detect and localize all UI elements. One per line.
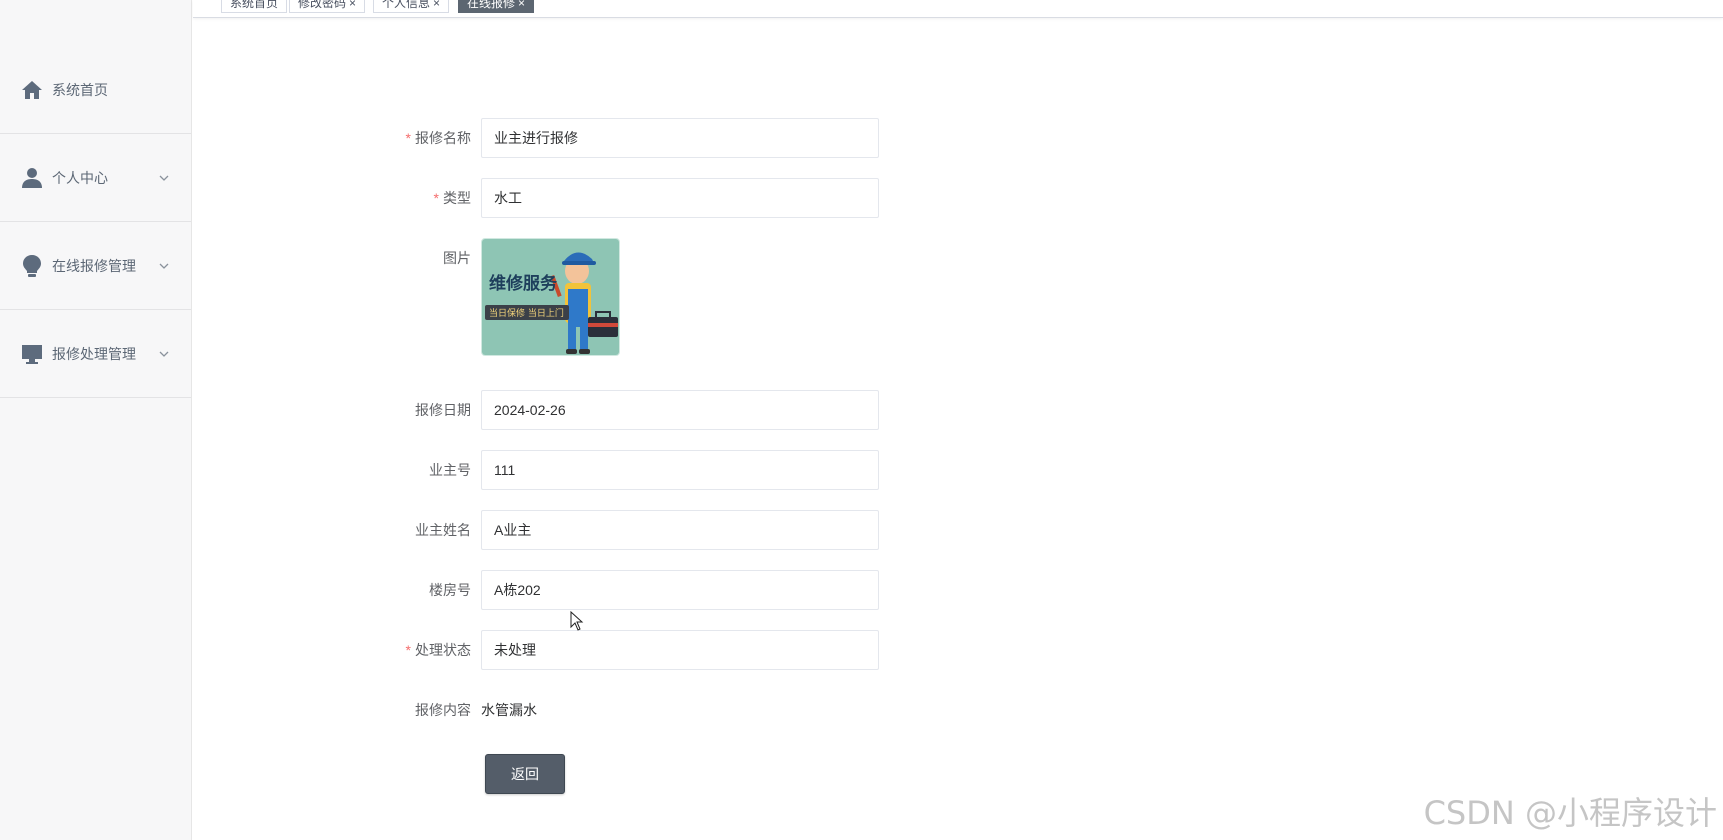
building-number-input[interactable]: A栋202 [481, 570, 879, 610]
image-title: 维修服务 [489, 273, 558, 294]
owner-number-label: 业主号 [429, 462, 471, 478]
tab-label: 系统首页 [230, 0, 279, 10]
monitor-icon [20, 342, 44, 366]
tab-label: 个人信息 [382, 0, 431, 10]
repair-content-label: 报修内容 [415, 702, 471, 718]
tab-label: 修改密码 [298, 0, 347, 10]
chevron-down-icon [159, 351, 169, 357]
label-text: 类型 [443, 190, 471, 206]
chevron-down-icon [159, 175, 169, 181]
repair-image[interactable]: 维修服务 当日保修 当日上门 [481, 238, 620, 356]
bulb-icon [20, 254, 44, 278]
tab-online-repair[interactable]: 在线报修 × [458, 0, 535, 13]
sidebar: 系统首页 个人中心 在线报修管理 报修处理管理 [0, 0, 192, 840]
owner-number-input[interactable]: 111 [481, 450, 879, 490]
picture-label: 图片 [443, 250, 471, 266]
label-text: 处理状态 [415, 642, 471, 658]
status-label: * 处理状态 [311, 630, 471, 670]
tab-change-password[interactable]: 修改密码 × [289, 0, 366, 13]
home-icon [20, 78, 44, 102]
watermark: CSDN @小程序设计 [1423, 794, 1717, 832]
type-input[interactable]: 水工 [481, 178, 879, 218]
user-icon [20, 166, 44, 190]
back-button[interactable]: 返回 [485, 754, 565, 794]
sidebar-item-home[interactable]: 系统首页 [0, 46, 191, 134]
sidebar-item-label: 报修处理管理 [52, 345, 136, 362]
tab-personal-info[interactable]: 个人信息 × [373, 0, 450, 13]
tab-home[interactable]: 系统首页 [221, 0, 288, 13]
close-icon[interactable]: × [349, 0, 356, 10]
type-label: * 类型 [311, 178, 471, 218]
repair-date-label: 报修日期 [415, 402, 471, 418]
sidebar-item-label: 在线报修管理 [52, 257, 136, 274]
sidebar-item-label: 个人中心 [52, 169, 108, 186]
sidebar-item-label: 系统首页 [52, 81, 108, 98]
sidebar-item-personal-center[interactable]: 个人中心 [0, 134, 191, 222]
required-mark: * [405, 130, 411, 146]
required-mark: * [405, 642, 411, 658]
owner-name-input[interactable]: A业主 [481, 510, 879, 550]
building-number-label: 楼房号 [429, 582, 471, 598]
tags-view-bar: 系统首页 修改密码 × 个人信息 × 在线报修 × [193, 0, 1723, 18]
repair-name-input[interactable]: 业主进行报修 [481, 118, 879, 158]
tab-label: 在线报修 [467, 0, 516, 10]
close-icon[interactable]: × [433, 0, 440, 10]
repair-service-illustration: 维修服务 当日保修 当日上门 [482, 239, 619, 355]
owner-name-label: 业主姓名 [415, 522, 471, 538]
chevron-down-icon [159, 263, 169, 269]
repair-content-value: 水管漏水 [481, 702, 537, 718]
sidebar-item-online-repair[interactable]: 在线报修管理 [0, 222, 191, 310]
sidebar-item-repair-handling[interactable]: 报修处理管理 [0, 310, 191, 398]
image-subtitle: 当日保修 当日上门 [489, 307, 564, 319]
repair-date-input[interactable]: 2024-02-26 [481, 390, 879, 430]
close-icon[interactable]: × [518, 0, 525, 10]
required-mark: * [433, 190, 439, 206]
label-text: 报修名称 [415, 130, 471, 146]
repair-name-label: * 报修名称 [311, 118, 471, 158]
mouse-cursor-icon [570, 611, 584, 631]
status-input[interactable]: 未处理 [481, 630, 879, 670]
